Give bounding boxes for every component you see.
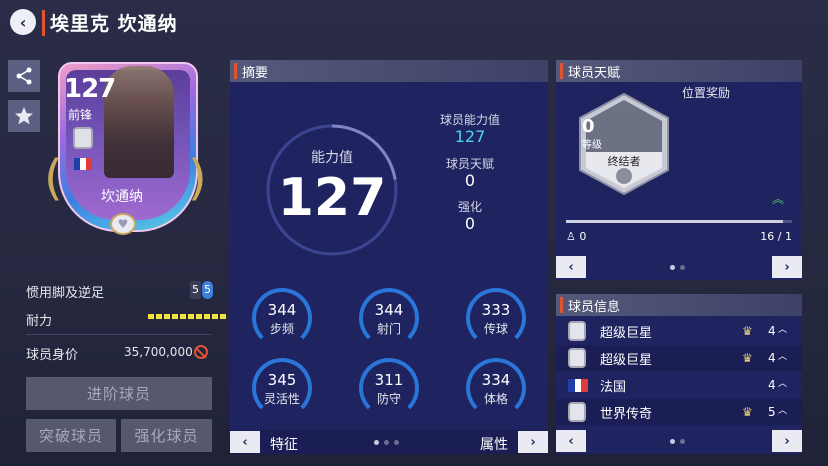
back-button[interactable]: ‹: [10, 9, 36, 35]
favorite-button[interactable]: [8, 100, 40, 132]
crown-icon: ♛: [742, 351, 753, 365]
france-flag-icon: [74, 158, 92, 170]
talent-progress-track: [566, 220, 792, 223]
prohibited-icon: [194, 345, 208, 359]
title-accent: [42, 10, 45, 36]
talent-prev-button[interactable]: ‹: [556, 256, 586, 278]
up-chevron-icon: ︿: [778, 406, 788, 416]
progress-left-value: 0: [579, 230, 587, 243]
laurel-left-icon: (: [44, 150, 63, 206]
chevron-left-icon: ‹: [568, 259, 574, 275]
skill-name: 终结者: [607, 155, 641, 168]
progress-right-value: 16 / 1: [760, 230, 792, 243]
talent-level-value: 0: [582, 116, 595, 137]
info-row[interactable]: 超级巨星 ♛ 4 ︿: [556, 345, 802, 371]
player-info-title: 球员信息: [568, 299, 621, 315]
summary-page-dots: [374, 440, 399, 445]
crown-icon: ♛: [742, 324, 753, 338]
star-icon: [15, 107, 33, 125]
heart-emblem-icon: ♥: [110, 213, 136, 235]
page-title: 埃里克 坎通纳: [50, 13, 178, 35]
talent-next-button[interactable]: ›: [772, 256, 802, 278]
player-info-header: 球员信息: [556, 294, 802, 316]
badge-icon: [568, 402, 586, 422]
talent-level-label: 等级: [582, 140, 602, 151]
trophy-icon: ♙: [566, 230, 576, 243]
header-bar: ‹ 埃里克 坎通纳: [0, 0, 828, 44]
summary-next-button[interactable]: ›: [518, 431, 548, 453]
card-rating: 127: [64, 74, 116, 104]
up-chevron-icon: ︿: [778, 352, 788, 362]
attributes-label[interactable]: 属性: [480, 434, 508, 454]
card-position: 前锋: [68, 108, 93, 122]
enhance-value: 0: [464, 214, 476, 233]
divider: [26, 334, 212, 335]
chevron-right-icon: ›: [784, 259, 790, 275]
traits-label[interactable]: 特征: [270, 434, 298, 454]
france-flag-icon: [568, 378, 589, 392]
chevron-right-icon: ›: [530, 434, 536, 450]
info-next-button[interactable]: ›: [772, 430, 802, 452]
info-prev-button[interactable]: ‹: [556, 430, 586, 452]
progress-left: ♙ 0: [566, 230, 586, 243]
talent-header: 球员天赋: [556, 60, 802, 82]
info-row[interactable]: 法国 4 ︿: [556, 372, 802, 398]
player-value-label: 球员身价: [26, 348, 79, 363]
talent-title: 球员天赋: [568, 65, 621, 81]
club-badge-icon: [73, 127, 93, 149]
talent-progress-fill: [566, 220, 783, 223]
enhance-player-button[interactable]: 强化球员: [121, 419, 212, 452]
share-icon: [16, 67, 32, 85]
player-ability-value: 127: [454, 127, 486, 146]
ability-label: 能力值: [311, 150, 353, 166]
laurel-right-icon: ): [188, 150, 207, 206]
talent-label: 球员天赋: [445, 157, 494, 171]
advance-player-button[interactable]: 进阶球员: [26, 377, 212, 410]
player-info-panel: 球员信息 超级巨星 ♛ 4 ︿ 超级巨星 ♛ 4 ︿ 法国 4 ︿ 世界传奇 ♛…: [556, 294, 802, 454]
ability-value: 127: [277, 168, 387, 228]
breakthrough-player-button[interactable]: 突破球员: [26, 419, 116, 452]
up-chevron-icon: ︿: [778, 379, 788, 389]
chevron-left-icon: ‹: [19, 12, 27, 32]
info-row[interactable]: 世界传奇 ♛ 5 ︿: [556, 399, 802, 425]
chevron-right-icon: ›: [784, 433, 790, 449]
crown-icon: ♛: [742, 405, 753, 419]
weak-foot-label: 惯用脚及逆足: [26, 286, 105, 301]
info-row[interactable]: 超级巨星 ♛ 4 ︿: [556, 318, 802, 344]
summary-header: 摘要: [230, 60, 548, 82]
share-button[interactable]: [8, 60, 40, 92]
info-page-dots: [670, 439, 685, 444]
talent-panel: 球员天赋 位置奖励 0 等级 终结者 ︽ ♙ 0 16 / 1 ‹ ›: [556, 60, 802, 280]
summary-prev-button[interactable]: ‹: [230, 431, 260, 453]
summary-title: 摘要: [242, 65, 269, 81]
up-chevron-icon: ︿: [778, 325, 788, 335]
upgrade-arrows-icon: ︽: [772, 192, 785, 206]
talent-page-dots: [670, 265, 685, 270]
chevron-left-icon: ‹: [568, 433, 574, 449]
foot-value-left: 5: [190, 281, 201, 299]
summary-panel: 摘要 能力值 127 球员能力值 127 球员天赋 0 强化 0 344 步频 …: [230, 60, 548, 454]
stamina-label: 耐力: [26, 314, 53, 329]
badge-icon: [568, 321, 586, 341]
chevron-left-icon: ‹: [242, 434, 248, 450]
stamina-bar: [148, 314, 226, 319]
player-value: 35,700,000: [124, 345, 193, 359]
talent-value: 0: [464, 171, 476, 190]
enhance-label: 强化: [457, 200, 482, 214]
player-ability-label: 球员能力值: [439, 113, 500, 127]
card-player-name: 坎通纳: [101, 189, 143, 205]
badge-icon: [568, 348, 586, 368]
foot-value-right: 5: [202, 281, 213, 299]
